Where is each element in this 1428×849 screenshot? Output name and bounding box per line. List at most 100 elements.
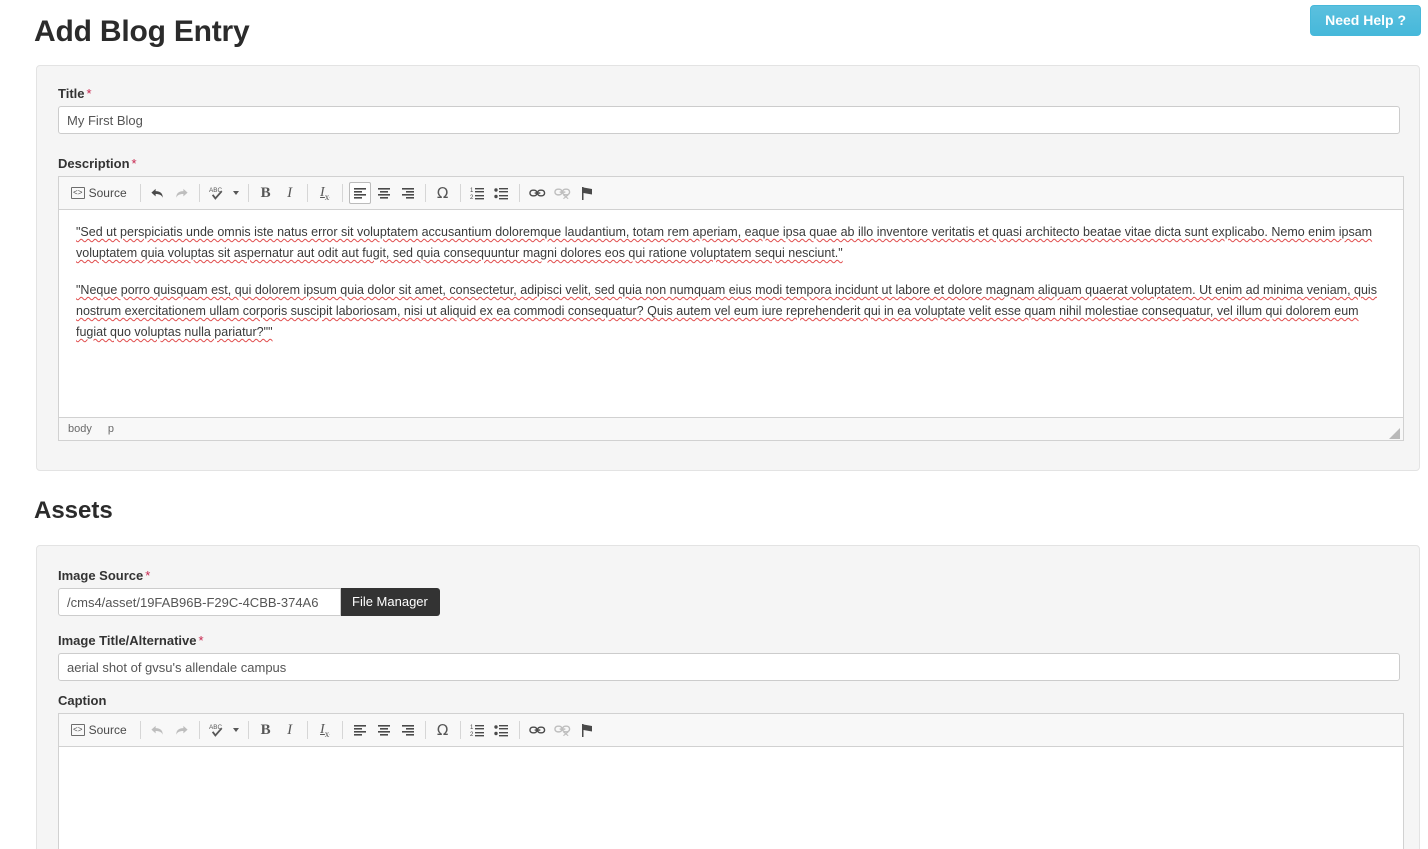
assets-section-title: Assets xyxy=(34,497,113,524)
image-title-field-group: Image Title/Alternative * xyxy=(58,633,1400,681)
undo-button[interactable] xyxy=(147,182,169,204)
title-input[interactable] xyxy=(58,106,1400,134)
toolbar-separator xyxy=(341,184,343,202)
toolbar-separator xyxy=(518,721,520,739)
editor-toolbar: <> Source ABC B I Ix Ω 1 2 xyxy=(59,177,1403,210)
svg-text:2: 2 xyxy=(470,732,474,737)
spellcheck-button[interactable]: ABC xyxy=(206,719,242,741)
omega-icon: Ω xyxy=(436,184,449,202)
align-right-icon xyxy=(401,725,414,736)
file-manager-button[interactable]: File Manager xyxy=(341,588,440,616)
image-source-input[interactable] xyxy=(58,588,341,616)
toolbar-separator xyxy=(341,721,343,739)
toolbar-separator xyxy=(459,184,461,202)
toolbar-separator xyxy=(518,184,520,202)
remove-format-button[interactable]: Ix xyxy=(314,719,336,741)
numbered-list-icon: 1 2 xyxy=(470,188,485,200)
numbered-list-button[interactable]: 1 2 xyxy=(467,182,489,204)
redo-button[interactable] xyxy=(171,182,193,204)
caption-field-group: Caption <> Source ABC B I Ix Ω 1 2 xyxy=(58,693,1404,849)
editor-paragraph: "Sed ut perspiciatis unde omnis iste nat… xyxy=(76,222,1386,264)
blog-entry-panel: Title* Description* <> Source xyxy=(36,65,1420,471)
align-left-icon xyxy=(353,725,366,736)
omega-icon: Ω xyxy=(436,721,449,739)
special-character-button[interactable]: Ω xyxy=(432,182,454,204)
description-paragraph-2: "Neque porro quisquam est, qui dolorem i… xyxy=(76,283,1377,339)
redo-button[interactable] xyxy=(171,719,193,741)
unlink-button[interactable] xyxy=(551,182,574,204)
anchor-button[interactable] xyxy=(576,719,598,741)
align-left-button[interactable] xyxy=(349,719,371,741)
description-rich-text-editor: <> Source ABC B I Ix Ω 1 2 "Sed ut persp… xyxy=(58,176,1404,441)
link-icon xyxy=(528,189,545,197)
align-center-button[interactable] xyxy=(373,719,395,741)
editor-resize-handle[interactable] xyxy=(1388,427,1400,439)
italic-button[interactable]: I xyxy=(279,182,301,204)
bulleted-list-button[interactable] xyxy=(491,719,513,741)
page-root: Add Blog Entry Need Help ? Title* Descri… xyxy=(0,0,1428,849)
bulleted-list-button[interactable] xyxy=(491,182,513,204)
toolbar-separator xyxy=(306,184,308,202)
align-right-button[interactable] xyxy=(397,182,419,204)
toolbar-separator xyxy=(424,721,426,739)
undo-arrow-icon xyxy=(151,188,163,198)
abc-check-icon: ABC xyxy=(209,724,222,737)
toolbar-separator xyxy=(247,721,249,739)
numbered-list-button[interactable]: 1 2 xyxy=(467,719,489,741)
caption-rich-text-editor: <> Source ABC B I Ix Ω 1 2 xyxy=(58,713,1404,849)
align-center-icon xyxy=(377,725,390,736)
remove-format-button[interactable]: Ix xyxy=(314,182,336,204)
source-button[interactable]: <> Source xyxy=(64,719,134,741)
image-title-input[interactable] xyxy=(58,653,1400,681)
toolbar-separator xyxy=(139,721,141,739)
image-source-input-group: File Manager xyxy=(58,588,450,616)
source-code-icon: <> xyxy=(71,187,85,199)
required-asterisk: * xyxy=(86,86,92,101)
description-field-group: Description * <> Source ABC B I Ix Ω 1 2… xyxy=(58,156,1404,441)
redo-arrow-icon xyxy=(176,188,188,198)
align-right-button[interactable] xyxy=(397,719,419,741)
source-button-label: Source xyxy=(88,723,127,737)
description-editor-content[interactable]: "Sed ut perspiciatis unde omnis iste nat… xyxy=(59,210,1403,417)
toolbar-separator xyxy=(424,184,426,202)
link-button[interactable] xyxy=(526,719,549,741)
special-character-button[interactable]: Ω xyxy=(432,719,454,741)
toolbar-separator xyxy=(139,184,141,202)
anchor-button[interactable] xyxy=(576,182,598,204)
source-button[interactable]: <> Source xyxy=(64,182,134,204)
align-center-button[interactable] xyxy=(373,182,395,204)
align-right-icon xyxy=(401,188,414,199)
redo-arrow-icon xyxy=(176,725,188,735)
editor-paragraph: "Neque porro quisquam est, qui dolorem i… xyxy=(76,280,1386,343)
bold-button[interactable]: B xyxy=(255,719,277,741)
svg-text:1: 1 xyxy=(470,725,474,731)
editor-element-path: body p xyxy=(59,417,1403,440)
align-left-button[interactable] xyxy=(348,182,371,204)
unlink-button[interactable] xyxy=(551,719,574,741)
link-button[interactable] xyxy=(526,182,549,204)
bulleted-list-icon xyxy=(494,188,509,200)
bulleted-list-icon xyxy=(494,725,509,737)
caption-editor-toolbar: <> Source ABC B I Ix Ω 1 2 xyxy=(59,714,1403,747)
element-path-p[interactable]: p xyxy=(108,423,114,436)
caption-editor-content[interactable] xyxy=(59,747,1403,849)
required-asterisk: * xyxy=(145,568,151,583)
undo-button[interactable] xyxy=(147,719,169,741)
caption-label: Caption xyxy=(58,693,107,708)
italic-button[interactable]: I xyxy=(279,719,301,741)
bold-button[interactable]: B xyxy=(255,182,277,204)
toolbar-separator xyxy=(198,184,200,202)
spellcheck-button[interactable]: ABC xyxy=(206,182,242,204)
toolbar-separator xyxy=(306,721,308,739)
unlink-icon xyxy=(553,725,570,737)
align-left-icon xyxy=(353,188,366,199)
abc-check-icon: ABC xyxy=(209,187,222,200)
flag-icon xyxy=(581,723,592,737)
unlink-icon xyxy=(553,188,570,200)
chevron-down-icon xyxy=(232,191,239,195)
need-help-button[interactable]: Need Help ? xyxy=(1310,5,1421,36)
chevron-down-icon xyxy=(232,728,239,732)
image-title-label: Image Title/Alternative * xyxy=(58,633,204,648)
description-label: Description * xyxy=(58,156,137,171)
element-path-body[interactable]: body xyxy=(68,423,92,436)
